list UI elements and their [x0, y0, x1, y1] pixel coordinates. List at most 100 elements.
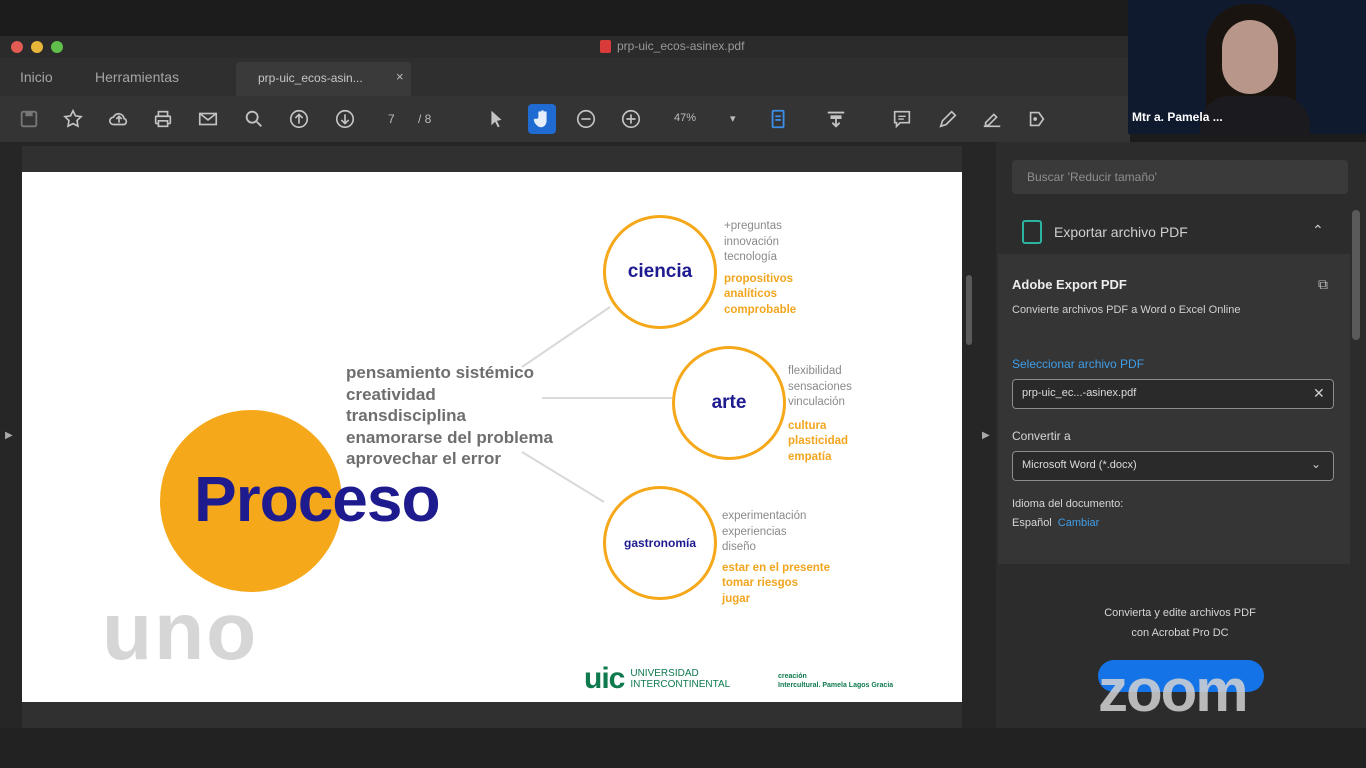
page-fit-icon[interactable]	[764, 104, 794, 134]
right-panel-toggle-icon[interactable]: ▶	[982, 430, 990, 441]
note-item: propositivos	[724, 272, 794, 285]
tab-close-button[interactable]: ×	[396, 69, 404, 84]
hand-tool-icon[interactable]	[527, 104, 557, 134]
concept-item: aprovechar el error	[346, 449, 501, 468]
note-item: diseño	[722, 541, 756, 553]
node-ciencia: ciencia	[603, 215, 717, 329]
next-page-icon[interactable]	[330, 104, 360, 134]
save-icon[interactable]	[14, 104, 44, 134]
uic-logo: uic UNIVERSIDAD INTERCONTINENTAL	[584, 662, 730, 696]
document-scrollbar[interactable]	[966, 275, 972, 345]
clear-file-icon[interactable]: ✕	[1313, 385, 1325, 402]
note-item: experiencias	[722, 525, 787, 538]
zoom-level-select[interactable]: 47%	[674, 112, 696, 124]
participant-name: Mtr a. Pamela ...	[1132, 110, 1223, 124]
bookmark-star-icon[interactable]	[58, 104, 88, 134]
previous-page-icon[interactable]	[284, 104, 314, 134]
next-page-edge	[22, 702, 962, 728]
export-pdf-header[interactable]: Exportar archivo PDF	[1022, 220, 1188, 244]
concept-item: creatividad	[346, 384, 436, 404]
note-item: vinculación	[788, 396, 845, 408]
node-gastronomia-notes: experimentación experiencias diseño esta…	[722, 509, 830, 607]
export-pdf-icon	[1022, 220, 1042, 244]
note-item: flexibilidad	[788, 365, 842, 377]
note-item: cultura	[788, 419, 827, 432]
document-language-row: Español Cambiar	[1012, 517, 1099, 529]
note-item: tomar riesgos	[722, 577, 799, 589]
note-item: analíticos	[724, 288, 778, 300]
credit-line: creación	[778, 673, 807, 680]
sign-icon[interactable]	[977, 104, 1007, 134]
note-item: jugar	[722, 592, 751, 605]
page-total: / 8	[418, 112, 432, 126]
adobe-export-subtitle: Convierte archivos PDF a Word o Excel On…	[1012, 304, 1241, 316]
slide-concepts-list: pensamiento sistémico creatividad transd…	[346, 362, 553, 470]
slide-main-title: Proceso	[194, 463, 441, 535]
tools-search-placeholder[interactable]: Buscar 'Reducir tamaño'	[1027, 170, 1157, 184]
selected-file-value[interactable]: prp-uic_ec...-asinex.pdf	[1022, 387, 1136, 399]
participant-face	[1222, 20, 1278, 94]
note-item: plasticidad	[788, 435, 849, 447]
tools-pane-scrollbar[interactable]	[1352, 210, 1360, 340]
uic-name-line: UNIVERSIDAD	[630, 668, 699, 679]
select-cursor-icon[interactable]	[481, 104, 511, 134]
document-language-value: Español	[1012, 517, 1052, 529]
search-icon[interactable]	[239, 104, 269, 134]
email-icon[interactable]	[193, 104, 223, 134]
select-pdf-link[interactable]: Seleccionar archivo PDF	[1012, 357, 1144, 371]
node-gastronomia: gastronomía	[603, 486, 717, 600]
note-item: +preguntas	[724, 220, 782, 232]
document-language-label: Idioma del documento:	[1012, 498, 1124, 510]
acrobat-promo: Convierta y edite archivos PDF con Acrob…	[1040, 603, 1320, 643]
note-item: tecnología	[724, 251, 778, 263]
chevron-down-icon[interactable]: ⌄	[1311, 457, 1321, 471]
uic-logo-name: UNIVERSIDAD INTERCONTINENTAL	[630, 668, 730, 690]
convert-format-value[interactable]: Microsoft Word (*.docx)	[1022, 459, 1137, 471]
note-item: comprobable	[724, 303, 797, 316]
chevron-up-icon[interactable]: ⌃	[1312, 222, 1324, 239]
copy-icon[interactable]: ⧉	[1318, 276, 1328, 293]
scroll-mode-icon[interactable]	[821, 104, 851, 134]
node-label: arte	[711, 392, 747, 413]
print-icon[interactable]	[148, 104, 178, 134]
left-panel-toggle-icon[interactable]: ▶	[5, 430, 13, 441]
tab-document-label[interactable]: prp-uic_ecos-asin...	[258, 71, 363, 85]
uic-name-line: INTERCONTINENTAL	[630, 679, 731, 690]
window-title-text: prp-uic_ecos-asinex.pdf	[617, 39, 745, 53]
zoom-out-icon[interactable]	[571, 104, 601, 134]
zoom-dropdown-chevron-icon[interactable]: ▾	[730, 112, 736, 125]
comment-icon[interactable]	[887, 104, 917, 134]
window-title: prp-uic_ecos-asinex.pdf	[600, 39, 744, 53]
note-item: experimentación	[722, 510, 807, 522]
tab-home[interactable]: Inicio	[20, 69, 53, 85]
zoom-in-icon[interactable]	[616, 104, 646, 134]
promo-line: Convierta y edite archivos PDF	[1104, 607, 1256, 619]
pen-icon[interactable]	[933, 104, 963, 134]
cloud-upload-icon[interactable]	[104, 104, 134, 134]
concept-item: enamorarse del problema	[346, 427, 553, 447]
note-item: sensaciones	[788, 380, 852, 393]
tab-tools[interactable]: Herramientas	[95, 69, 179, 85]
maximize-window-button[interactable]	[51, 41, 63, 53]
slide-credit: creación Intercultural. Pamela Lagos Gra…	[778, 672, 893, 690]
export-pdf-title[interactable]: Exportar archivo PDF	[1054, 224, 1188, 240]
node-arte: arte	[672, 346, 786, 460]
change-language-link[interactable]: Cambiar	[1058, 517, 1100, 529]
note-item: empatía	[788, 450, 832, 463]
adobe-export-title: Adobe Export PDF	[1012, 277, 1127, 292]
share-icon[interactable]	[1022, 104, 1052, 134]
pdf-file-icon	[600, 39, 611, 53]
concept-item: pensamiento sistémico	[346, 363, 535, 382]
promo-line: con Acrobat Pro DC	[1131, 627, 1229, 639]
minimize-window-button[interactable]	[31, 41, 43, 53]
pdf-page[interactable]: uno Proceso pensamiento sistémico creati…	[22, 172, 962, 702]
node-arte-notes: flexibilidad sensaciones vinculación cul…	[788, 364, 852, 465]
node-ciencia-notes: +preguntas innovación tecnología proposi…	[724, 219, 796, 318]
zoom-watermark: zoom	[1098, 657, 1249, 724]
node-label: gastronomía	[623, 536, 696, 550]
concept-item: transdisciplina	[346, 406, 466, 425]
previous-page-edge	[22, 146, 962, 172]
close-window-button[interactable]	[11, 41, 23, 53]
bottom-bar	[0, 728, 1366, 768]
page-number-input[interactable]: 7	[388, 112, 395, 126]
